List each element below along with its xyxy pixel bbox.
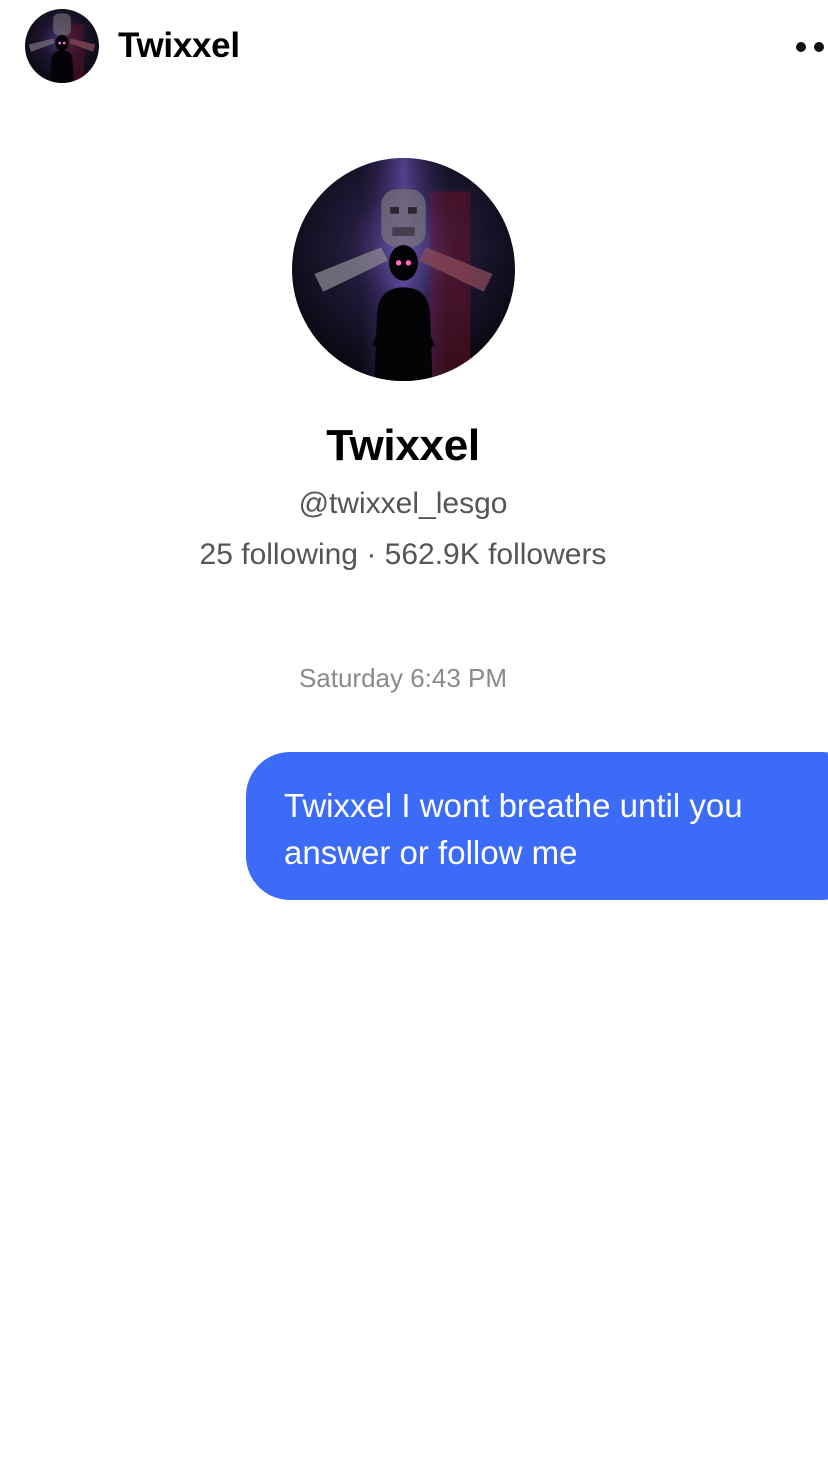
more-options-dot <box>814 42 824 52</box>
profile-stats: 25 following · 562.9K followers <box>199 538 607 571</box>
header-username[interactable]: Twixxel <box>118 24 240 68</box>
profile-name: Twixxel <box>326 421 480 470</box>
conversation-header: Twixxel <box>0 0 828 92</box>
profile-avatar[interactable] <box>292 158 515 381</box>
more-options-button[interactable] <box>790 30 828 62</box>
message-timestamp: Saturday 6:43 PM <box>298 663 508 693</box>
profile-handle: @twixxel_lesgo <box>298 487 508 520</box>
header-avatar[interactable] <box>25 9 99 83</box>
profile-avatar-image <box>292 158 515 381</box>
avatar-image-icon <box>25 9 99 83</box>
more-options-dots-icon <box>796 42 806 52</box>
sent-message-bubble[interactable]: Twixxel I wont breathe until you answer … <box>246 752 828 900</box>
